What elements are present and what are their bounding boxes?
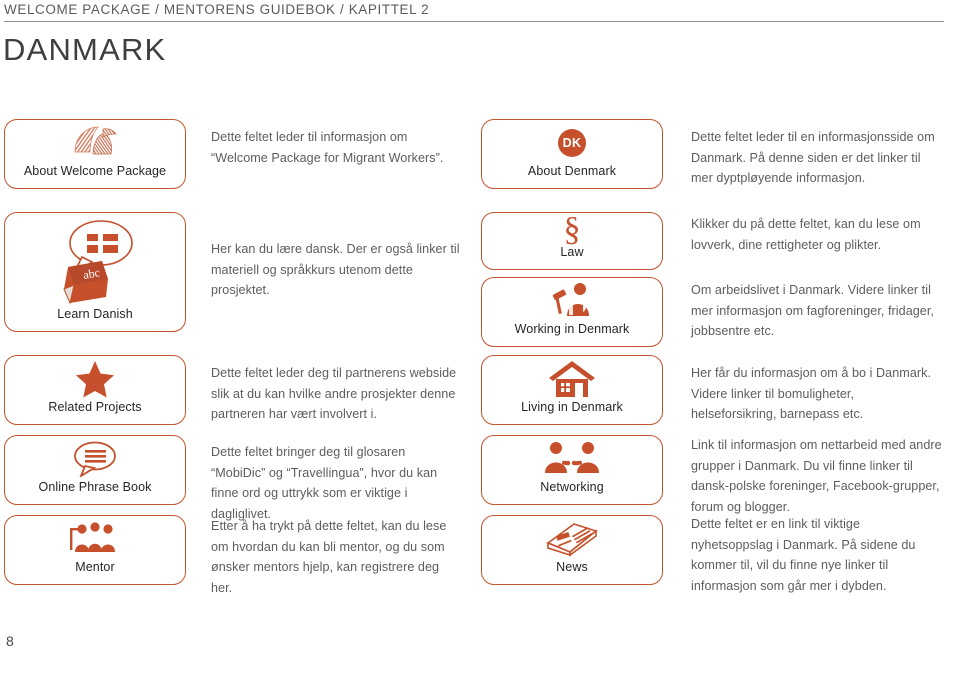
card-label: Living in Denmark xyxy=(521,400,623,415)
mentor-people-icon xyxy=(5,516,185,561)
card-online-phrase-book[interactable]: Online Phrase Book xyxy=(4,435,186,505)
newspaper-icon xyxy=(482,516,662,561)
card-networking[interactable]: Networking xyxy=(481,435,663,505)
description-related-projects: Dette feltet leder deg til partnerens we… xyxy=(211,366,457,421)
description-news: Dette feltet er en link til viktige nyhe… xyxy=(691,517,916,593)
card-label: Working in Denmark xyxy=(514,322,630,337)
section-sign-icon: § xyxy=(482,210,662,248)
description-about-welcome-package: Dette feltet leder til informasjon om “W… xyxy=(211,130,444,165)
section-sign-glyph: § xyxy=(563,210,581,248)
dk-badge-text: DK xyxy=(558,128,586,157)
header-divider xyxy=(4,21,944,22)
dk-badge-icon: DK xyxy=(482,120,662,165)
card-label: Learn Danish xyxy=(57,307,133,322)
card-living-in-denmark[interactable]: Living in Denmark xyxy=(481,355,663,425)
description-networking: Link til informasjon om nettarbeid med a… xyxy=(691,438,942,514)
card-label: About Denmark xyxy=(527,164,617,179)
description-about-denmark: Dette feltet leder til en informasjonssi… xyxy=(691,130,935,185)
card-label: Related Projects xyxy=(48,400,142,415)
abc-book-speech-bubble-icon: abc xyxy=(5,213,185,308)
card-learn-danish[interactable]: abc Learn Danish xyxy=(4,212,186,332)
card-label: News xyxy=(556,560,588,575)
card-label: Law xyxy=(560,245,584,260)
card-label: About Welcome Package xyxy=(23,164,167,179)
page-header: WELCOME PACKAGE / MENTORENS GUIDEBOK / K… xyxy=(4,2,944,22)
welcome-package-logo-icon xyxy=(5,120,185,165)
card-working-in-denmark[interactable]: Working in Denmark xyxy=(481,277,663,347)
worker-hammer-icon xyxy=(482,278,662,323)
page-number: 8 xyxy=(6,633,14,649)
house-icon xyxy=(482,356,662,401)
svg-text:abc: abc xyxy=(82,265,101,282)
card-related-projects[interactable]: Related Projects xyxy=(4,355,186,425)
card-label: Networking xyxy=(540,480,604,495)
two-people-handshake-icon xyxy=(482,436,662,481)
description-learn-danish: Her kan du lære dansk. Der er også linke… xyxy=(211,242,460,297)
card-label: Mentor xyxy=(75,560,115,575)
card-news[interactable]: News xyxy=(481,515,663,585)
star-icon xyxy=(5,356,185,401)
card-law[interactable]: § Law xyxy=(481,212,663,270)
speech-bubble-lines-icon xyxy=(5,436,185,481)
breadcrumb: WELCOME PACKAGE / MENTORENS GUIDEBOK / K… xyxy=(4,2,430,17)
description-online-phrase-book: Dette feltet bringer deg til glosaren “M… xyxy=(211,445,438,521)
description-living-in-denmark: Her får du informasjon om å bo i Danmark… xyxy=(691,366,932,421)
card-mentor[interactable]: Mentor xyxy=(4,515,186,585)
description-working-in-denmark: Om arbeidslivet i Danmark. Videre linker… xyxy=(691,283,934,338)
description-mentor: Etter å ha trykt på dette feltet, kan du… xyxy=(211,519,447,595)
card-about-denmark[interactable]: DK About Denmark xyxy=(481,119,663,189)
description-law: Klikker du på dette feltet, kan du lese … xyxy=(691,217,921,252)
card-about-welcome-package[interactable]: About Welcome Package xyxy=(4,119,186,189)
card-label: Online Phrase Book xyxy=(38,480,152,495)
page-title: DANMARK xyxy=(3,32,167,67)
